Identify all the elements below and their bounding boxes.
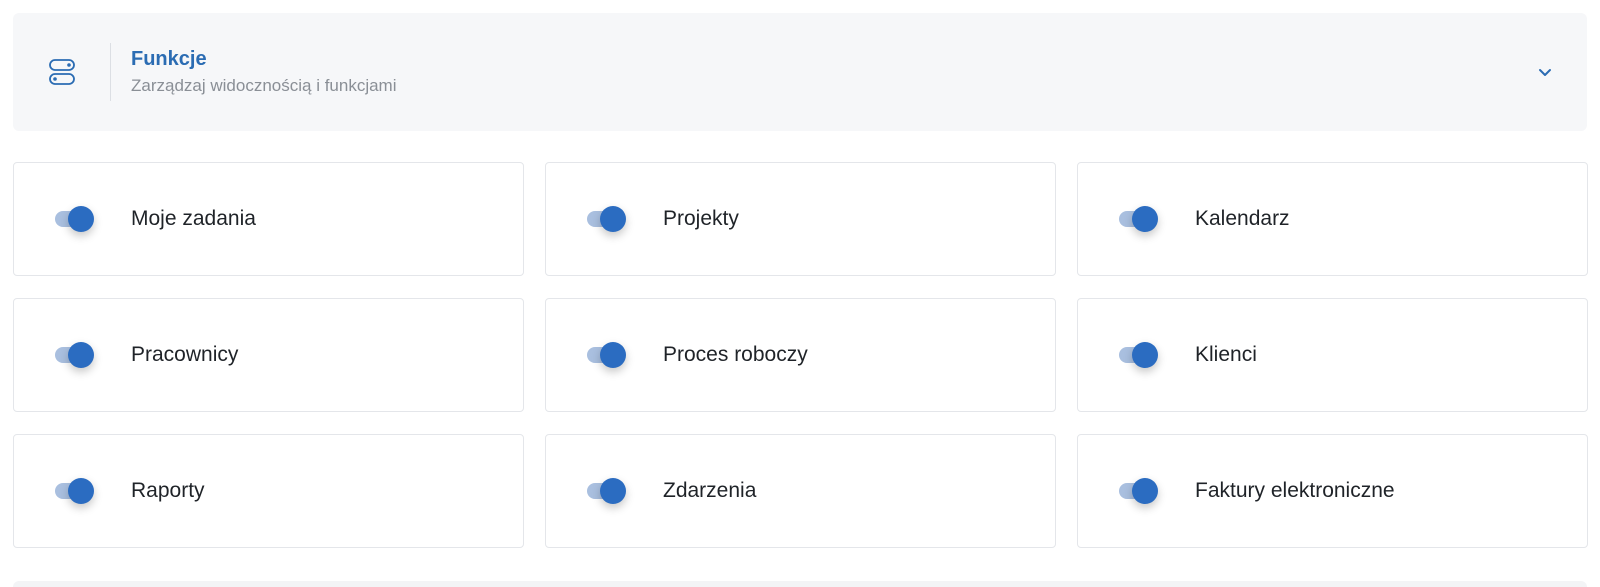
feature-label: Zdarzenia <box>663 479 757 502</box>
feature-toggle-clients[interactable] <box>1119 341 1161 369</box>
feature-label: Pracownicy <box>131 343 239 366</box>
feature-card-e-invoices: Faktury elektroniczne <box>1077 434 1588 548</box>
toggles-icon <box>13 43 111 101</box>
feature-toggle-calendar[interactable] <box>1119 205 1161 233</box>
toggle-knob <box>600 342 626 368</box>
feature-toggle-e-invoices[interactable] <box>1119 477 1161 505</box>
chevron-down-icon[interactable] <box>1525 52 1565 92</box>
toggle-knob <box>600 206 626 232</box>
features-section-header[interactable]: Funkcje Zarządzaj widocznością i funkcja… <box>13 13 1587 131</box>
feature-label: Klienci <box>1195 343 1257 366</box>
toggle-knob <box>68 478 94 504</box>
toggle-knob <box>68 342 94 368</box>
feature-card-calendar: Kalendarz <box>1077 162 1588 276</box>
feature-toggle-employees[interactable] <box>55 341 97 369</box>
section-header-text: Funkcje Zarządzaj widocznością i funkcja… <box>111 47 1525 97</box>
feature-toggle-events[interactable] <box>587 477 629 505</box>
feature-label: Projekty <box>663 207 739 230</box>
feature-label: Raporty <box>131 479 205 502</box>
feature-card-events: Zdarzenia <box>545 434 1056 548</box>
toggle-knob <box>600 478 626 504</box>
section-subtitle: Zarządzaj widocznością i funkcjami <box>131 76 397 95</box>
feature-toggle-my-tasks[interactable] <box>55 205 97 233</box>
next-section-header[interactable] <box>13 581 1587 587</box>
toggle-knob <box>1132 206 1158 232</box>
feature-label: Faktury elektroniczne <box>1195 479 1395 502</box>
feature-toggle-workflow[interactable] <box>587 341 629 369</box>
features-panel: Funkcje Zarządzaj widocznością i funkcja… <box>0 0 1600 587</box>
feature-label: Kalendarz <box>1195 207 1290 230</box>
section-title: Funkcje <box>131 48 207 70</box>
feature-label: Moje zadania <box>131 207 256 230</box>
toggle-knob <box>1132 342 1158 368</box>
feature-toggle-reports[interactable] <box>55 477 97 505</box>
feature-toggle-projects[interactable] <box>587 205 629 233</box>
feature-card-reports: Raporty <box>13 434 524 548</box>
feature-label: Proces roboczy <box>663 343 808 366</box>
features-grid: Moje zadania Projekty Kalendarz Pracowni… <box>13 162 1588 548</box>
feature-card-workflow: Proces roboczy <box>545 298 1056 412</box>
feature-card-employees: Pracownicy <box>13 298 524 412</box>
toggle-knob <box>68 206 94 232</box>
toggle-knob <box>1132 478 1158 504</box>
feature-card-clients: Klienci <box>1077 298 1588 412</box>
feature-card-projects: Projekty <box>545 162 1056 276</box>
feature-card-my-tasks: Moje zadania <box>13 162 524 276</box>
